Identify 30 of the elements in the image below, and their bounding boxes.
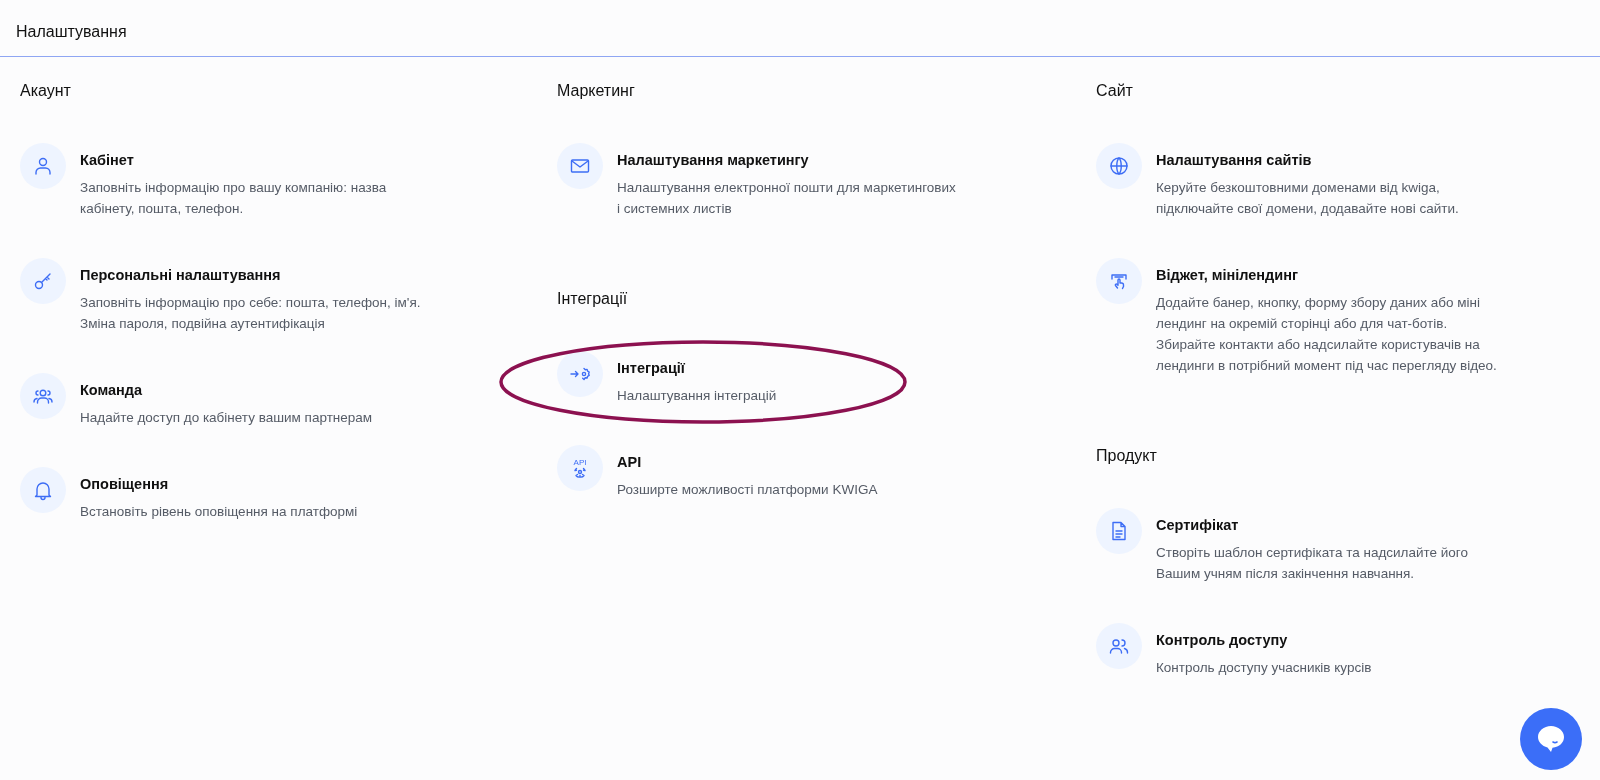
item-description: Контроль доступу учасників курсів xyxy=(1156,659,1372,677)
section-heading: Маркетинг xyxy=(557,81,636,101)
item-description: Розширте можливості платформи KWIGA xyxy=(617,481,878,499)
item-title[interactable]: Налаштування маркетингу xyxy=(617,150,809,170)
item-description: Додайте банер, кнопку, форму збору даних або міні лендинг на окремій сторінці або для чат-ботів. Збирайте контакти або надсилайте користувачів на лендинги в потрібний момент під час перегляду відео. xyxy=(1156,294,1497,375)
item-title[interactable]: Сертифікат xyxy=(1156,515,1239,535)
item-title[interactable]: Персональні налаштування xyxy=(80,265,281,285)
section-heading: Акаунт xyxy=(20,81,72,101)
item-description: Заповніть інформацію про себе: пошта, телефон, ім'я. Зміна пароля, подвійна аутентифікація xyxy=(80,294,421,333)
item-description: Налаштування інтеграцій xyxy=(617,387,777,405)
item-description: Надайте доступ до кабінету вашим партнерам xyxy=(80,409,373,427)
page-title: Налаштування xyxy=(15,22,128,42)
item-title[interactable]: Контроль доступу xyxy=(1156,630,1288,650)
api-label: API xyxy=(573,458,587,467)
section-heading: Сайт xyxy=(1096,81,1134,101)
item-title[interactable]: Команда xyxy=(80,380,143,400)
item-description: Налаштування електронної пошти для маркетингових і системних листів xyxy=(617,179,956,218)
item-title[interactable]: Кабінет xyxy=(80,150,134,170)
section-heading: Інтеграції xyxy=(557,289,629,309)
item-title[interactable]: API xyxy=(617,452,642,472)
item-description: Встановіть рівень оповіщення на платформі xyxy=(80,503,358,521)
item-description: Заповніть інформацію про вашу компанію: назва кабінету, пошта, телефон. xyxy=(80,179,387,218)
item-title[interactable]: Налаштування сайтів xyxy=(1156,150,1312,170)
item-title[interactable]: Віджет, мінілендинг xyxy=(1156,265,1299,285)
item-title[interactable]: Оповіщення xyxy=(80,474,169,494)
item-description: Створіть шаблон сертифіката та надсилайте його Вашим учням після закінчення навчання. xyxy=(1156,544,1468,583)
item-description: Керуйте безкоштовними доменами від kwiga, підключайте свої домени, додавайте нові сайти. xyxy=(1156,179,1459,218)
globe-icon xyxy=(1107,154,1131,178)
item-title[interactable]: Інтеграції xyxy=(617,358,685,378)
section-heading: Продукт xyxy=(1096,446,1158,466)
